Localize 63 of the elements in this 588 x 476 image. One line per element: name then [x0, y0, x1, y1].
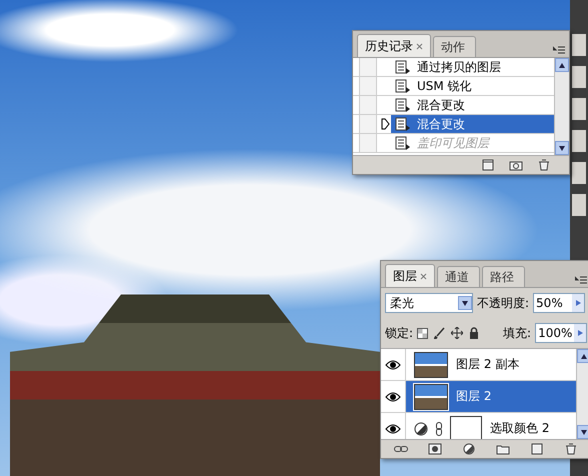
- lock-transparency-icon[interactable]: [417, 328, 428, 338]
- blend-mode-dropdown[interactable]: 柔光: [385, 293, 473, 313]
- adjustment-layer-icon: [414, 422, 428, 436]
- close-icon[interactable]: [416, 42, 423, 50]
- close-icon[interactable]: [420, 272, 427, 280]
- down-triangle-icon: [461, 299, 469, 307]
- opacity-slider-button[interactable]: [572, 294, 584, 312]
- up-triangle-icon: [580, 352, 588, 360]
- down-triangle-icon: [580, 428, 588, 436]
- eye-icon[interactable]: [385, 360, 401, 370]
- history-state-icon: [395, 98, 411, 112]
- new-layer-icon[interactable]: [530, 443, 544, 455]
- link-icon[interactable]: [394, 443, 408, 455]
- right-triangle-icon: [574, 299, 582, 307]
- link-chain-icon: [436, 422, 442, 436]
- adjustment-icon[interactable]: [462, 443, 476, 455]
- layer-row[interactable]: 图层 2: [406, 381, 576, 412]
- folder-icon[interactable]: [496, 443, 510, 455]
- layer-mask-icon[interactable]: [428, 443, 442, 455]
- panel-menu-icon[interactable]: [553, 46, 565, 54]
- snapshot-checkbox[interactable]: [359, 58, 377, 76]
- down-triangle-icon: [558, 144, 566, 152]
- history-state[interactable]: USM 锐化: [391, 77, 554, 95]
- opacity-field[interactable]: 50%: [533, 293, 586, 313]
- snapshot-checkbox[interactable]: [359, 96, 377, 114]
- history-state[interactable]: 通过拷贝的图层: [391, 58, 554, 76]
- fill-label: 填充:: [503, 324, 532, 342]
- panel-tab[interactable]: 历史记录: [357, 34, 431, 57]
- lock-label: 锁定:: [385, 324, 414, 342]
- brush-icon[interactable]: [434, 327, 446, 339]
- opacity-label: 不透明度:: [477, 294, 530, 312]
- history-state-icon: [395, 136, 411, 150]
- history-state[interactable]: 混合更改: [391, 96, 554, 114]
- panel-tab[interactable]: 图层: [385, 264, 435, 287]
- trash-icon[interactable]: [537, 159, 551, 171]
- move-icon[interactable]: [451, 327, 464, 339]
- up-triangle-icon: [558, 61, 566, 69]
- right-triangle-icon: [576, 329, 584, 337]
- scroll-up-button[interactable]: [577, 349, 588, 363]
- scroll-up-button[interactable]: [555, 58, 569, 72]
- scroll-down-button[interactable]: [555, 141, 569, 155]
- history-state-icon: [395, 79, 411, 93]
- layer-row[interactable]: 选取颜色 2: [406, 413, 576, 439]
- photo-thumbnail: [414, 352, 448, 378]
- snapshot-checkbox[interactable]: [359, 77, 377, 95]
- eye-icon[interactable]: [385, 424, 401, 434]
- panel-tab[interactable]: 通道: [437, 266, 480, 287]
- history-state-icon: [395, 117, 411, 131]
- eye-icon[interactable]: [385, 392, 401, 402]
- panel-tab[interactable]: 路径: [482, 266, 525, 287]
- trash-icon[interactable]: [564, 443, 578, 455]
- camera-icon[interactable]: [509, 159, 523, 171]
- new-document-icon[interactable]: [481, 159, 495, 171]
- fill-field[interactable]: 100%: [535, 323, 587, 343]
- history-state[interactable]: 混合更改: [391, 115, 554, 133]
- snapshot-checkbox[interactable]: [359, 115, 377, 133]
- fill-slider-button[interactable]: [574, 324, 586, 342]
- layer-row[interactable]: 图层 2 副本: [406, 349, 576, 380]
- panel-menu-icon[interactable]: [575, 276, 587, 284]
- lock-icon[interactable]: [469, 327, 480, 339]
- panel-tab[interactable]: 动作: [433, 36, 476, 57]
- scroll-down-button[interactable]: [577, 425, 588, 439]
- photo-thumbnail: [414, 384, 448, 410]
